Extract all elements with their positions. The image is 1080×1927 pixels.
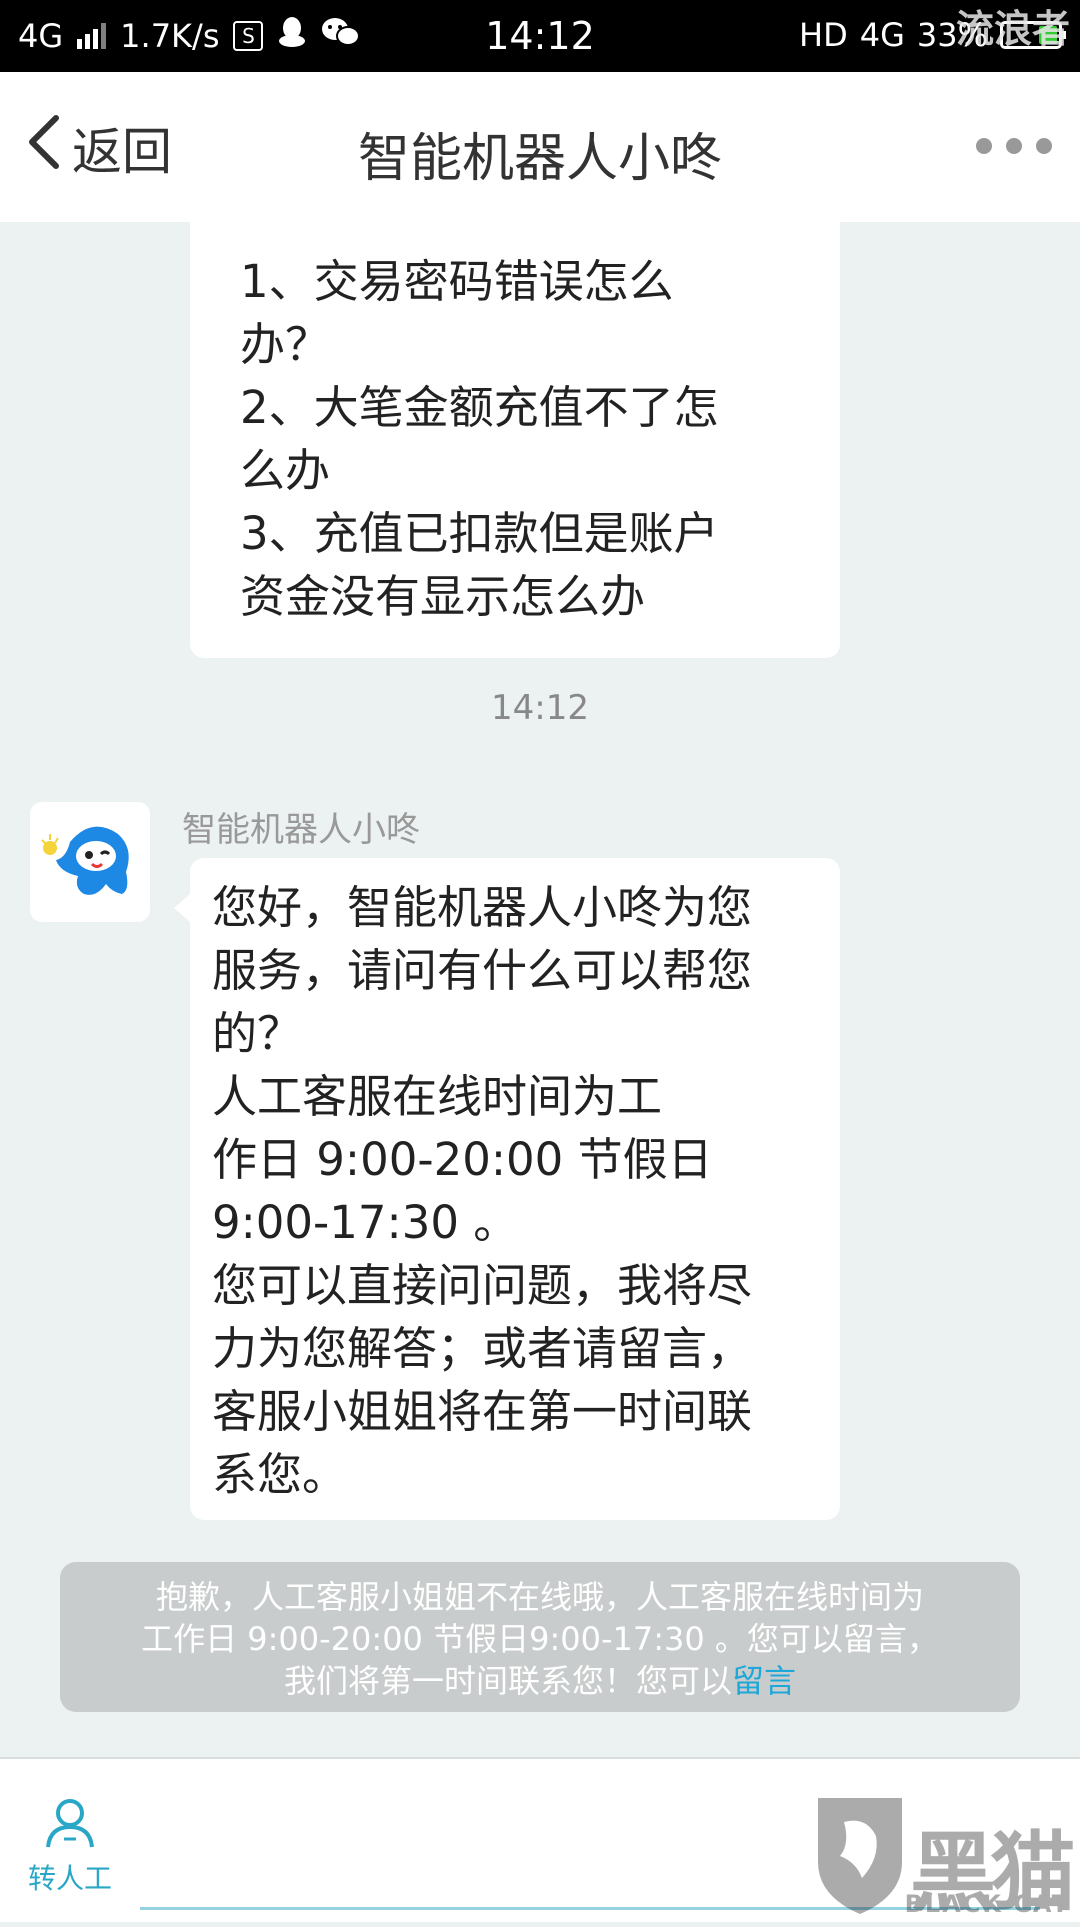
more-options-button[interactable] — [976, 138, 1052, 154]
message-text: 您好，智能机器人小咚为您 服务，请问有什么可以帮您 的？ 人工客服在线时间为工 … — [212, 881, 753, 1501]
dot-icon — [1036, 138, 1052, 154]
blackcat-watermark: 黑猫 BLACK CAT — [810, 1792, 1080, 1923]
faq-item-1[interactable]: 1、交易密码错误怎么 办？ — [240, 250, 800, 376]
system-notice-line: 工作日 9:00-20:00 节假日9:00-17:30 。您可以留言， — [141, 1620, 939, 1658]
message-timestamp: 14:12 — [491, 688, 589, 728]
dot-icon — [1006, 138, 1022, 154]
message-bubble-greeting: 您好，智能机器人小咚为您 服务，请问有什么可以帮您 的？ 人工客服在线时间为工 … — [174, 858, 840, 1520]
system-notice-text: 我们将第一时间联系您！您可以 — [283, 1662, 732, 1700]
system-notice-line-3: 我们将第一时间联系您！您可以留言 — [90, 1660, 990, 1702]
bottom-bar: 转人工 黑猫 BLACK CAT — [0, 1757, 1080, 1923]
nav-bar: 返回 智能机器人小咚 — [0, 72, 1080, 222]
system-notice-line: 抱歉，人工客服小姐姐不在线哦，人工客服在线时间为 — [155, 1578, 924, 1616]
transfer-label: 转人工 — [27, 1862, 112, 1895]
person-icon — [46, 1799, 94, 1848]
transfer-to-human-button[interactable]: 转人工 — [24, 1795, 116, 1897]
hd-label: HD — [799, 16, 848, 54]
message-bubble-previous: 1、交易密码错误怎么 办？ 2、大笔金额充值不了怎 么办 3、充值已扣款但是账户… — [190, 222, 840, 658]
watermark-top: 流浪者 — [955, 7, 1070, 51]
leave-message-link[interactable]: 留言 — [732, 1662, 796, 1700]
robot-mascot-icon — [41, 826, 129, 895]
watermark-en: BLACK CAT — [904, 1890, 1070, 1918]
chat-area[interactable]: 1、交易密码错误怎么 办？ 2、大笔金额充值不了怎 么办 3、充值已扣款但是账户… — [0, 222, 1080, 1757]
page-title: 智能机器人小咚 — [357, 129, 722, 189]
network-right-label: 4G — [859, 16, 905, 54]
avatar[interactable] — [30, 802, 150, 922]
sender-name: 智能机器人小咚 — [182, 810, 420, 850]
shield-logo-icon — [818, 1798, 902, 1914]
faq-item-3[interactable]: 3、充值已扣款但是账户 资金没有显示怎么办 — [240, 502, 800, 628]
faq-item-2[interactable]: 2、大笔金额充值不了怎 么办 — [240, 376, 800, 502]
dot-icon — [976, 138, 992, 154]
status-bar: 4G 1.7K/s S 14:12 HD 4G 33% 流浪者 — [0, 0, 1080, 72]
system-notice: 抱歉，人工客服小姐姐不在线哦，人工客服在线时间为 工作日 9:00-20:00 … — [60, 1562, 1020, 1712]
